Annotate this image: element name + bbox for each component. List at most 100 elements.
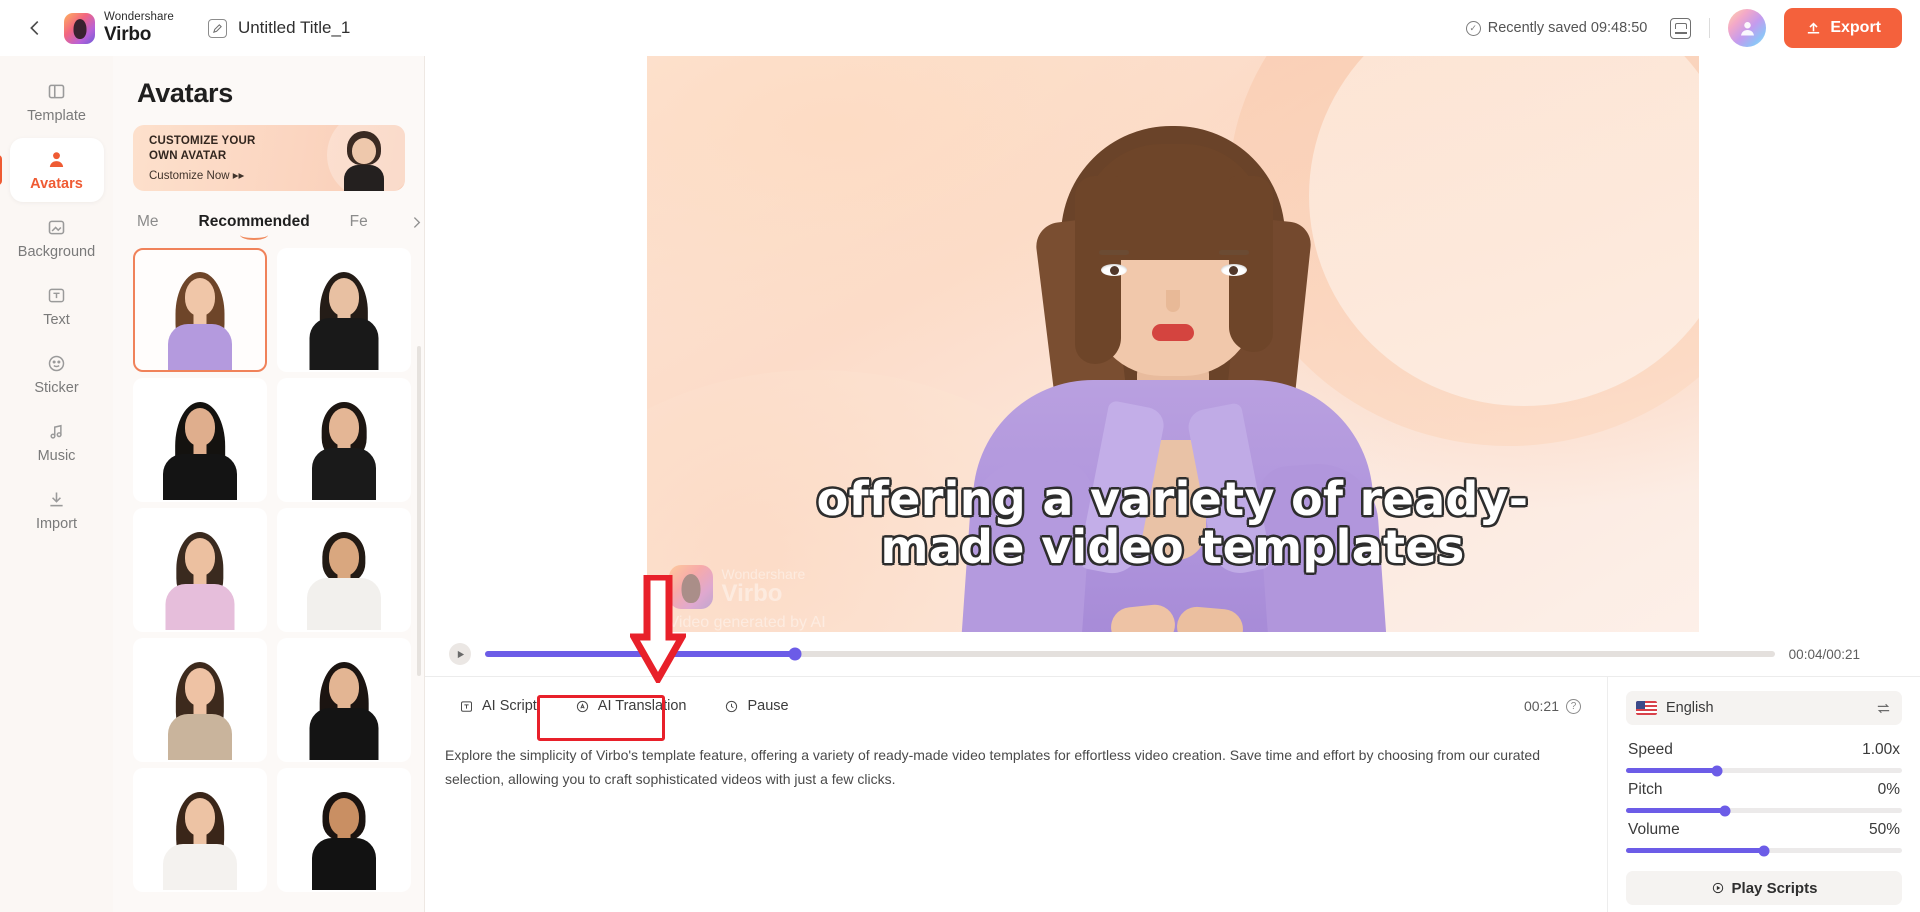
playback-timeline: 00:04/00:21: [425, 632, 1920, 676]
tab-female-label: Fe: [349, 213, 368, 230]
stage-area: offering a variety of ready-made video t…: [425, 56, 1920, 912]
ai-script-label: AI Script: [482, 698, 537, 714]
speed-slider-handle[interactable]: [1711, 765, 1723, 776]
avatar-thumb-selected[interactable]: [133, 248, 267, 372]
chevron-right-icon[interactable]: [408, 214, 425, 236]
tab-female[interactable]: Fe: [350, 205, 368, 244]
watermark-virbo: Virbo: [721, 580, 783, 608]
ai-translation-button[interactable]: AI Translation: [561, 689, 701, 723]
play-icon[interactable]: [449, 643, 471, 665]
template-icon: [46, 80, 68, 102]
avatar-thumb[interactable]: [277, 378, 411, 502]
virbo-logo-icon: [64, 12, 95, 44]
avatar-thumb[interactable]: [133, 508, 267, 632]
volume-control: Volume 50%: [1626, 817, 1902, 856]
sidebar-item-text[interactable]: Text: [10, 274, 104, 338]
brand-logo-block: Wondershare Virbo: [64, 12, 174, 44]
sidebar-label-avatars: Avatars: [30, 176, 83, 192]
left-nav-rail: Template Avatars Background Text Sticker…: [0, 56, 113, 912]
back-icon[interactable]: [22, 15, 48, 41]
export-label: Export: [1830, 19, 1881, 36]
timeline-scrubber-handle[interactable]: [788, 647, 802, 661]
brand-wondershare-label: Wondershare: [104, 11, 174, 24]
speed-control: Speed 1.00x: [1626, 737, 1902, 776]
pause-button[interactable]: Pause: [710, 689, 802, 723]
tab-recommended-label: Recommended: [198, 213, 310, 230]
language-label: English: [1666, 700, 1714, 716]
swap-arrows-icon[interactable]: [1875, 700, 1892, 717]
sidebar-item-sticker[interactable]: Sticker: [10, 342, 104, 406]
volume-slider[interactable]: [1626, 845, 1902, 856]
saved-status-text: Recently saved 09:48:50: [1487, 20, 1648, 36]
script-text[interactable]: Explore the simplicity of Virbo's templa…: [445, 743, 1585, 791]
avatar-thumb[interactable]: [133, 768, 267, 892]
pitch-slider[interactable]: [1626, 805, 1902, 816]
avatar-thumb[interactable]: [133, 378, 267, 502]
sticker-smiley-icon: [46, 352, 68, 374]
pause-clock-icon: [726, 700, 738, 712]
play-circle-icon: [1712, 882, 1723, 894]
language-selector[interactable]: English: [1626, 691, 1902, 725]
avatars-panel: Avatars CUSTOMIZE YOUR OWN AVATAR Custom…: [113, 56, 425, 912]
avatar-thumb[interactable]: [133, 638, 267, 762]
ai-script-button[interactable]: AI Script: [445, 689, 551, 723]
pitch-value: 0%: [1877, 781, 1900, 798]
pause-label: Pause: [747, 698, 789, 714]
volume-value: 50%: [1868, 821, 1900, 838]
sidebar-item-background[interactable]: Background: [10, 206, 104, 270]
sidebar-item-template[interactable]: Template: [10, 70, 104, 134]
music-note-icon: [46, 420, 68, 442]
edit-pencil-icon[interactable]: [207, 18, 227, 38]
sidebar-item-music[interactable]: Music: [10, 410, 104, 474]
speed-value: 1.00x: [1862, 741, 1900, 758]
customize-avatar-promo[interactable]: CUSTOMIZE YOUR OWN AVATAR Customize Now …: [133, 125, 405, 191]
volume-label: Volume: [1628, 821, 1680, 838]
header-divider: [1709, 18, 1711, 38]
sidebar-label-sticker: Sticker: [34, 380, 79, 396]
bottom-area: AI Script AI Translation Pause 00:21 ? E…: [425, 677, 1920, 912]
avatar-thumb[interactable]: [277, 768, 411, 892]
timeline-progress: [485, 651, 795, 657]
avatar[interactable]: [1728, 9, 1767, 47]
avatar-thumb[interactable]: [277, 248, 411, 372]
play-scripts-button[interactable]: Play Scripts: [1626, 871, 1902, 905]
speed-label: Speed: [1628, 741, 1673, 758]
avatar-presenter: [943, 100, 1403, 660]
background-icon: [46, 216, 68, 238]
ai-translation-icon: [576, 700, 588, 712]
voice-settings-panel: English Speed 1.00x Pitch 0% Volume 50% …: [1607, 677, 1920, 912]
timeline-track[interactable]: [485, 647, 1775, 661]
canvas-area: offering a variety of ready-made video t…: [425, 56, 1920, 660]
volume-slider-handle[interactable]: [1758, 845, 1770, 856]
script-duration-value: 00:21: [1523, 698, 1559, 714]
video-subtitle[interactable]: offering a variety of ready-made video t…: [773, 474, 1573, 573]
saved-status: ✓ Recently saved 09:48:50: [1465, 20, 1648, 36]
time-display: 00:04/00:21: [1788, 646, 1860, 662]
avatar-category-tabs: Me Recommended Fe: [113, 191, 425, 244]
project-title[interactable]: Untitled Title_1: [238, 18, 350, 38]
script-duration: 00:21 ?: [1524, 698, 1587, 714]
sidebar-item-import[interactable]: Import: [10, 478, 104, 542]
tab-recommended[interactable]: Recommended: [199, 205, 310, 244]
pitch-label: Pitch: [1628, 781, 1663, 798]
speed-slider[interactable]: [1626, 765, 1902, 776]
promo-heading-line2: OWN AVATAR: [149, 150, 227, 162]
panel-scrollbar[interactable]: [417, 346, 421, 676]
avatar-grid-scroll[interactable]: [113, 244, 425, 912]
sidebar-item-avatars[interactable]: Avatars: [9, 138, 104, 202]
tab-me[interactable]: Me: [137, 205, 159, 244]
promo-heading-line1: CUSTOMIZE YOUR: [149, 135, 256, 148]
video-watermark: Wondershare Virbo Video generated by AI: [668, 565, 826, 632]
sidebar-label-template: Template: [27, 108, 86, 124]
save-icon[interactable]: [1670, 17, 1692, 39]
check-circle-icon: ✓: [1465, 20, 1481, 36]
pitch-slider-handle[interactable]: [1719, 805, 1731, 816]
video-canvas[interactable]: offering a variety of ready-made video t…: [646, 56, 1699, 660]
watermark-wondershare: Wondershare: [721, 566, 806, 583]
question-mark-icon[interactable]: ?: [1566, 698, 1581, 714]
avatar-thumb[interactable]: [277, 508, 411, 632]
brand-virbo-label: Virbo: [104, 23, 152, 45]
export-button[interactable]: Export: [1784, 8, 1902, 48]
avatar-thumb[interactable]: [277, 638, 411, 762]
editor-body: Template Avatars Background Text Sticker…: [0, 56, 1920, 912]
